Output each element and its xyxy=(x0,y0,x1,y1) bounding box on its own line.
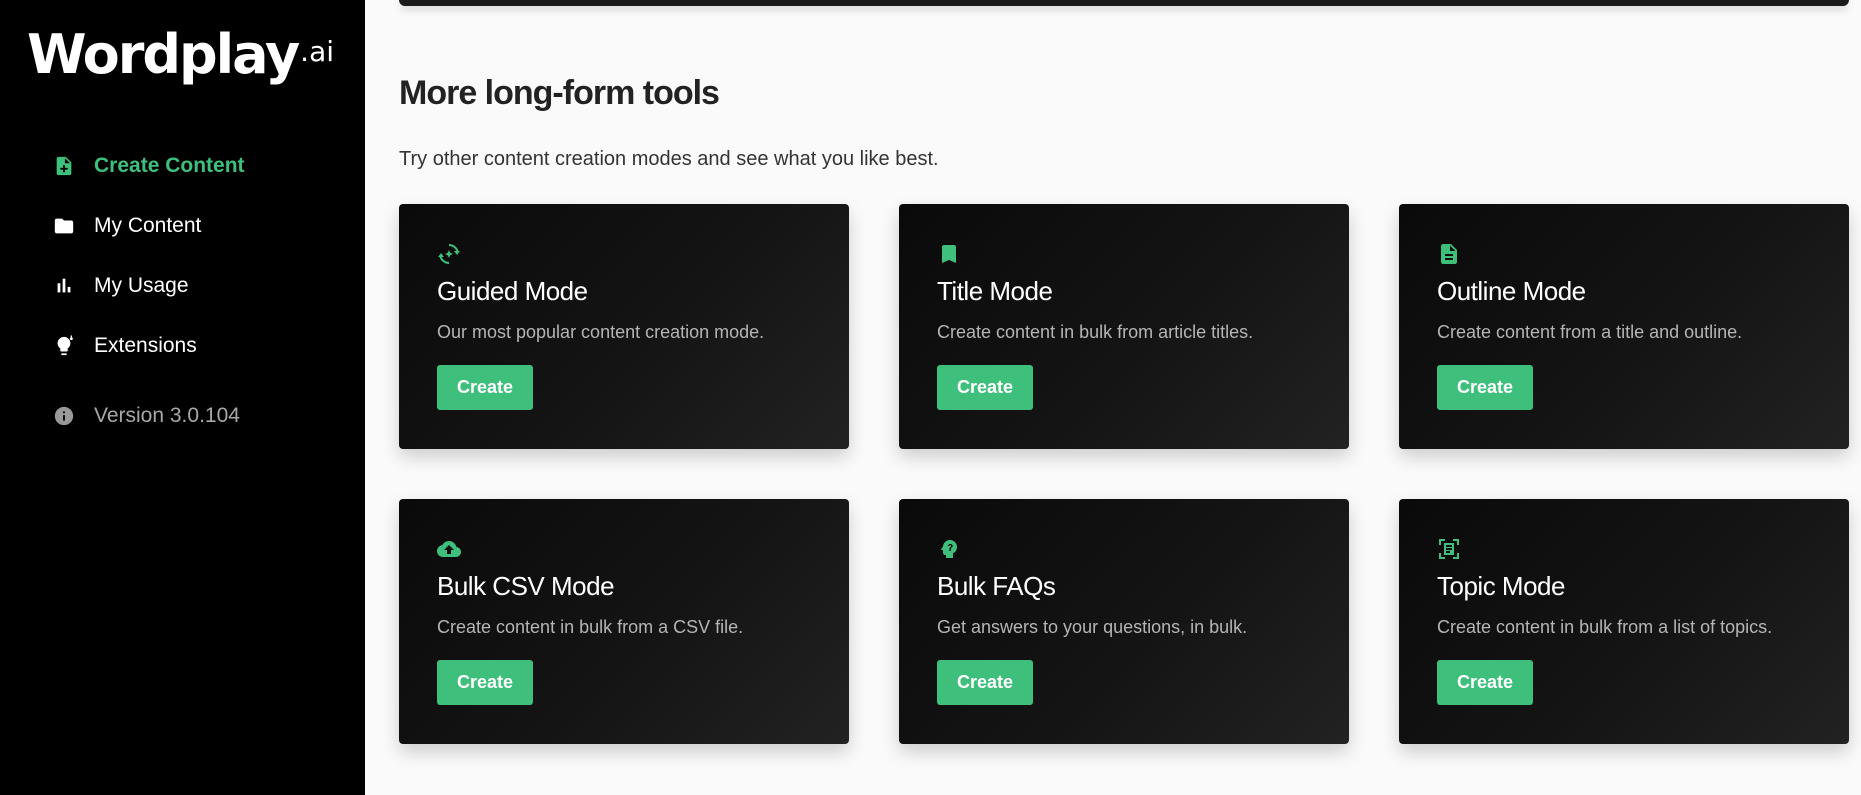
brand-suffix: .ai xyxy=(300,35,335,68)
version-label: Version 3.0.104 xyxy=(94,404,240,427)
section-title: More long-form tools xyxy=(399,74,720,112)
guided-mode-create-button[interactable]: Create xyxy=(437,365,533,410)
sidebar-item-label: Create Content xyxy=(94,154,245,177)
folder-icon xyxy=(52,214,76,238)
card-title: Bulk CSV Mode xyxy=(437,571,615,601)
card-description: Create content from a title and outline. xyxy=(1437,322,1743,342)
card-description: Our most popular content creation mode. xyxy=(437,322,765,342)
outline-mode-create-button[interactable]: Create xyxy=(1437,365,1533,410)
sidebar-item-create-content[interactable]: Create Content xyxy=(52,149,245,183)
card-topic-mode: Topic Mode Create content in bulk from a… xyxy=(1399,499,1849,744)
card-title: Title Mode xyxy=(937,276,1053,306)
cloud-upload-icon xyxy=(436,536,462,562)
topic-frame-icon xyxy=(1436,536,1462,562)
section-subtitle: Try other content creation modes and see… xyxy=(399,148,939,170)
card-bulk-csv-mode: Bulk CSV Mode Create content in bulk fro… xyxy=(399,499,849,744)
head-question-icon xyxy=(936,536,962,562)
card-title-mode: Title Mode Create content in bulk from a… xyxy=(899,204,1349,449)
card-title: Guided Mode xyxy=(437,276,588,306)
card-description: Create content in bulk from article titl… xyxy=(937,322,1254,342)
file-plus-icon xyxy=(52,154,76,178)
version-info: Version 3.0.104 xyxy=(52,399,240,433)
sidebar: Wordplay.ai Create Content My Content My… xyxy=(0,0,365,795)
lightbulb-icon xyxy=(52,334,76,358)
document-icon xyxy=(1436,241,1462,267)
bulk-faqs-create-button[interactable]: Create xyxy=(937,660,1033,705)
card-guided-mode: Guided Mode Our most popular content cre… xyxy=(399,204,849,449)
sidebar-item-label: My Content xyxy=(94,214,202,237)
bookmark-icon xyxy=(936,241,962,267)
guided-refresh-icon xyxy=(436,241,462,267)
sidebar-item-label: My Usage xyxy=(94,274,189,297)
info-icon xyxy=(52,404,76,428)
card-description: Get answers to your questions, in bulk. xyxy=(937,617,1248,637)
title-mode-create-button[interactable]: Create xyxy=(937,365,1033,410)
bulk-csv-mode-create-button[interactable]: Create xyxy=(437,660,533,705)
bar-chart-icon xyxy=(52,274,76,298)
card-outline-mode: Outline Mode Create content from a title… xyxy=(1399,204,1849,449)
card-description: Create content in bulk from a list of to… xyxy=(1437,617,1773,637)
brand-name: Wordplay xyxy=(27,23,300,86)
card-title: Outline Mode xyxy=(1437,276,1586,306)
card-title: Bulk FAQs xyxy=(937,571,1056,601)
card-title: Topic Mode xyxy=(1437,571,1565,601)
card-bulk-faqs: Bulk FAQs Get answers to your questions,… xyxy=(899,499,1349,744)
card-description: Create content in bulk from a CSV file. xyxy=(437,617,744,637)
sidebar-item-my-usage[interactable]: My Usage xyxy=(52,269,189,303)
sidebar-item-my-content[interactable]: My Content xyxy=(52,209,201,243)
top-card-edge xyxy=(399,0,1849,6)
topic-mode-create-button[interactable]: Create xyxy=(1437,660,1533,705)
brand-logo[interactable]: Wordplay.ai xyxy=(27,22,334,88)
sidebar-item-label: Extensions xyxy=(94,334,197,357)
sidebar-item-extensions[interactable]: Extensions xyxy=(52,329,197,363)
